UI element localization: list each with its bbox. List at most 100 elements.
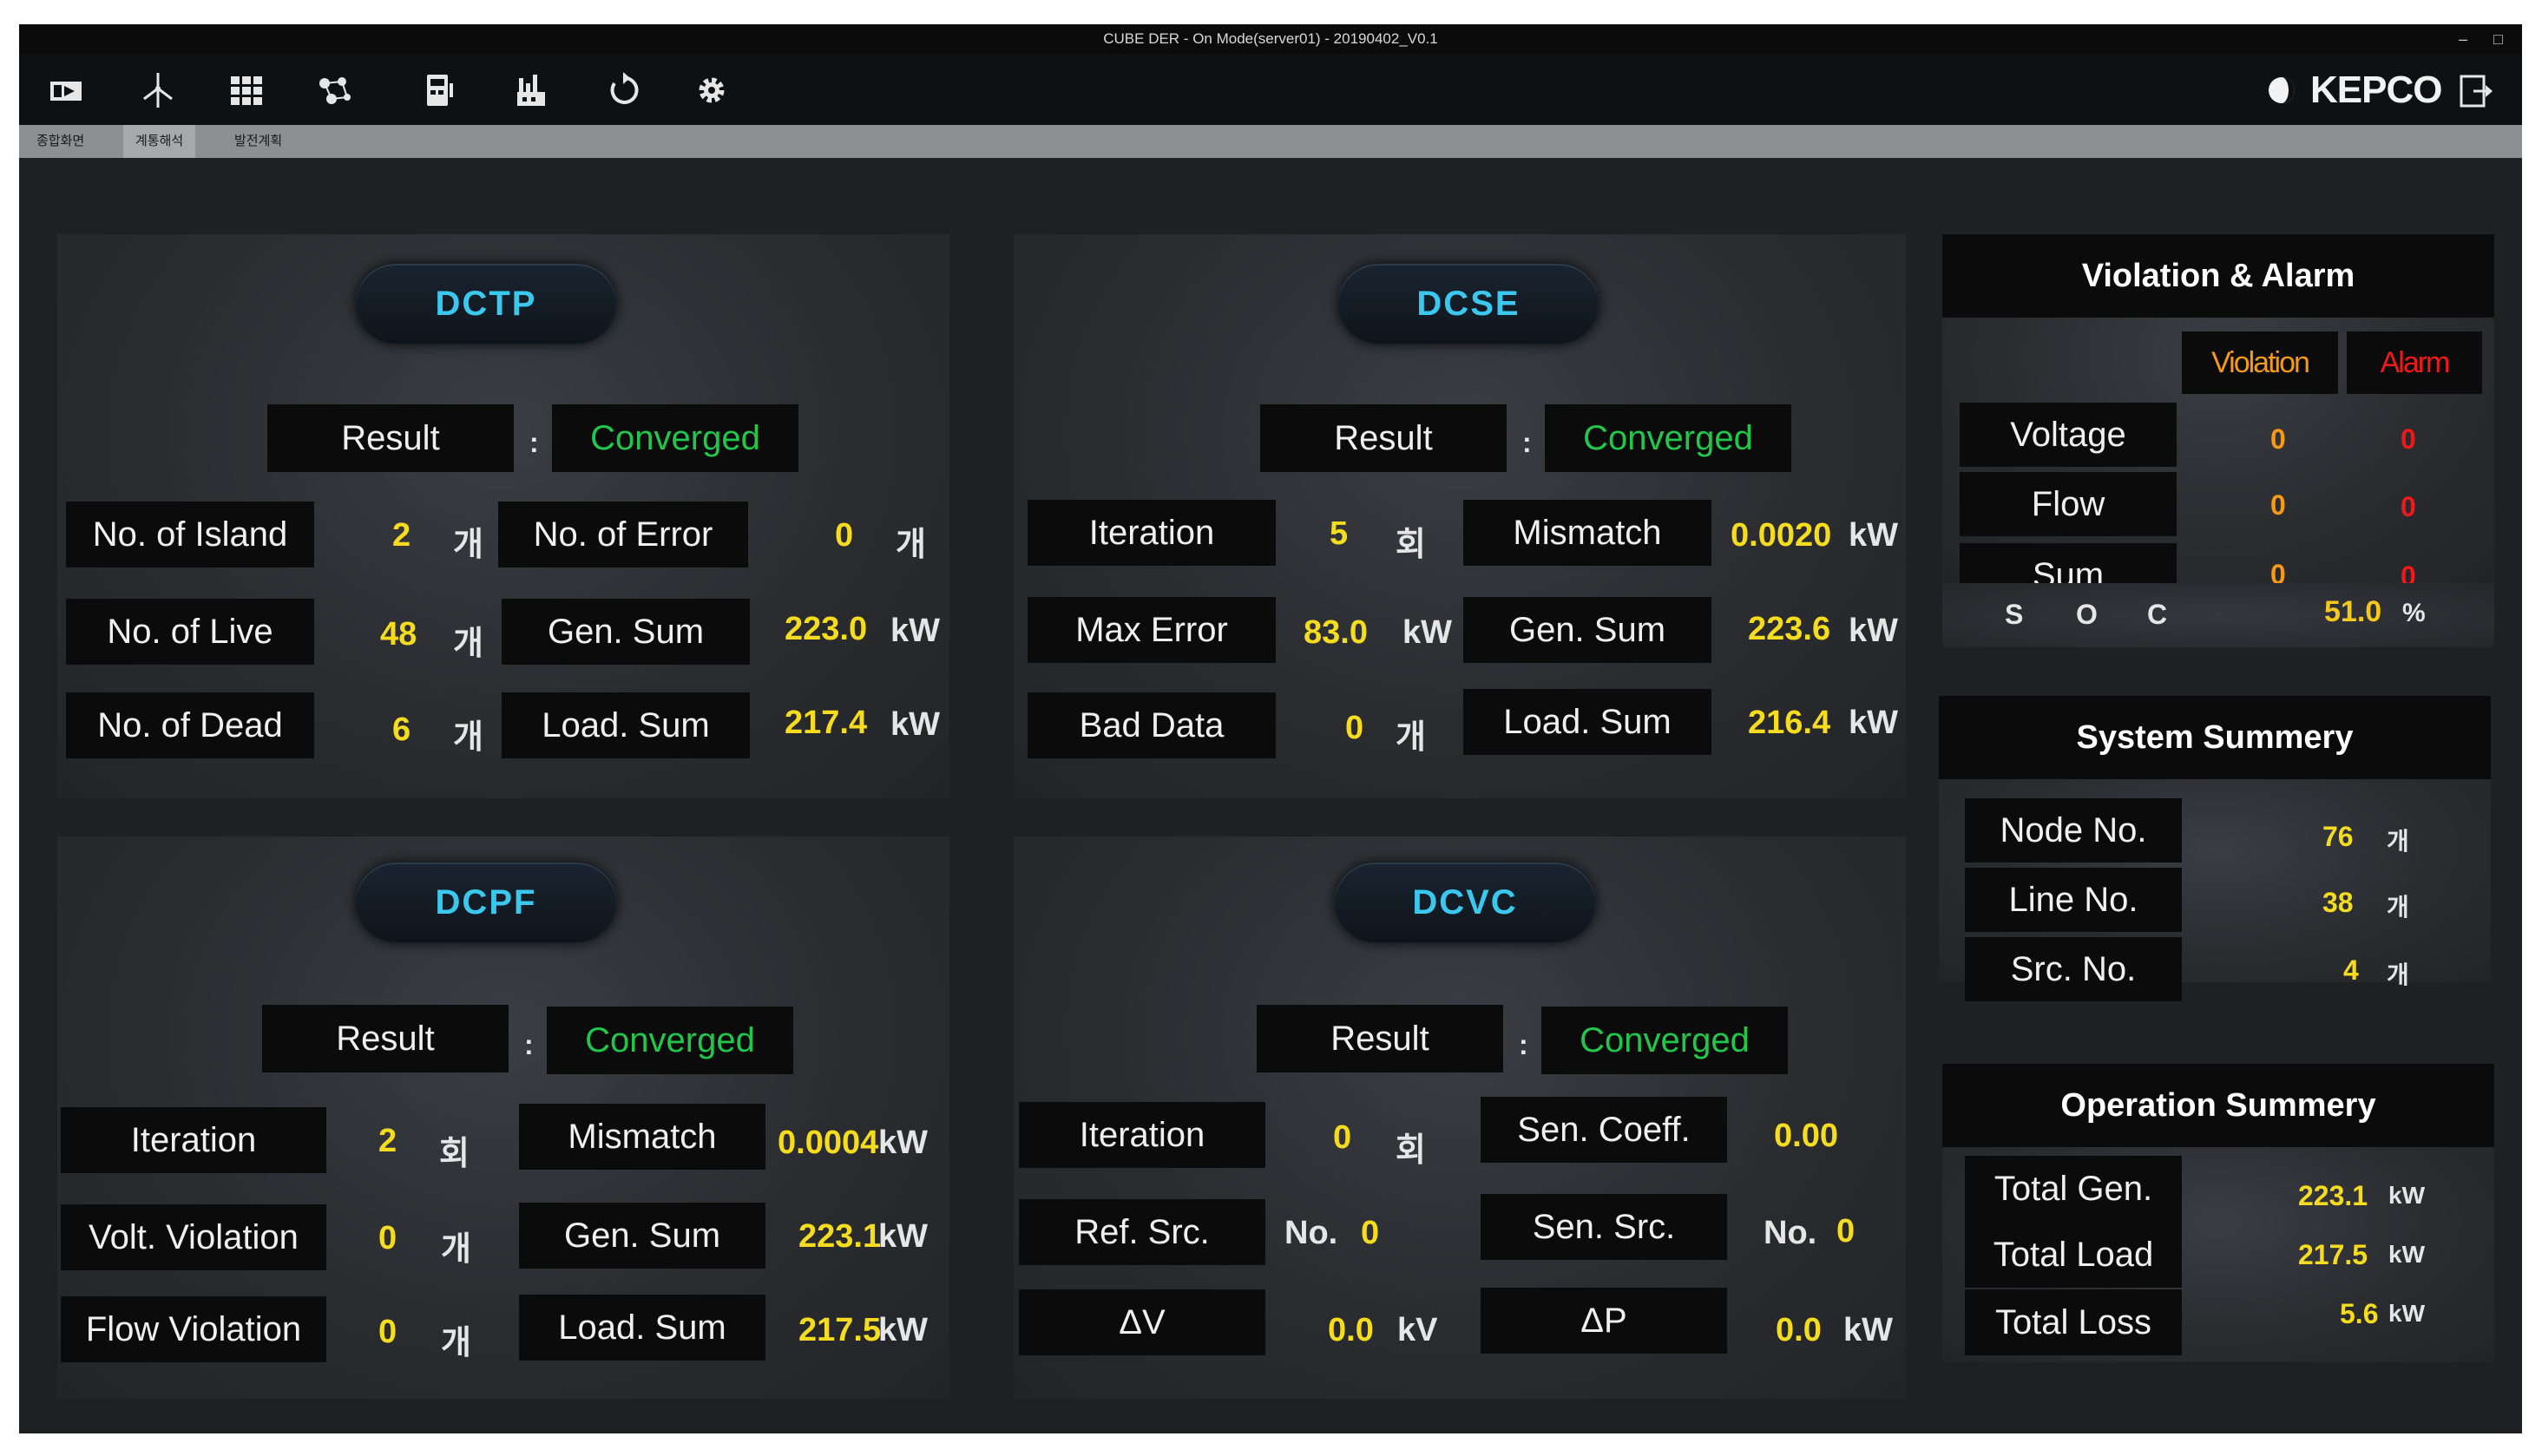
dctp-panel: DCTP Result : Converged No. of Island 2 … — [57, 234, 949, 798]
voltage-row-label: Voltage — [1960, 403, 2177, 467]
node-no-unit: 개 — [2387, 828, 2409, 855]
dcpf-iter-value: 2 — [378, 1123, 397, 1159]
dctp-load-label: Load. Sum — [502, 692, 750, 758]
violation-column-header: Violation — [2182, 331, 2338, 394]
dcpf-mismatch-unit: kW — [878, 1125, 928, 1161]
maximize-button[interactable]: □ — [2493, 24, 2503, 54]
total-gen-label: Total Gen. — [1965, 1156, 2182, 1222]
flow-row-label: Flow — [1960, 472, 2177, 536]
minimize-button[interactable]: – — [2459, 24, 2467, 54]
dcse-bad-unit: 개 — [1396, 719, 1426, 756]
dctp-gen-value: 223.0 — [785, 611, 868, 647]
dcpf-result-value: Converged — [547, 1007, 793, 1074]
dcvc-sen-label: Sen. Src. — [1481, 1194, 1727, 1260]
dcvc-result-label: Result — [1257, 1005, 1503, 1072]
line-no-label: Line No. — [1965, 868, 2182, 932]
dcse-bad-value: 0 — [1345, 710, 1364, 746]
flow-violation-value: 0 — [2270, 489, 2286, 521]
node-no-label: Node No. — [1965, 798, 2182, 862]
dctp-error-value: 0 — [835, 517, 854, 554]
main-content: DCTP Result : Converged No. of Island 2 … — [19, 158, 2522, 1433]
dcvc-ref-label: Ref. Src. — [1019, 1199, 1265, 1265]
operation-summary-title: Operation Summery — [1942, 1064, 2494, 1147]
dctp-result-label: Result — [267, 404, 514, 472]
dcse-iter-label: Iteration — [1028, 500, 1276, 566]
src-no-value: 4 — [2343, 954, 2359, 986]
dctp-title-badge: DCTP — [356, 264, 616, 344]
dcse-iter-value: 5 — [1330, 515, 1349, 552]
kepco-logo-icon — [2269, 77, 2295, 103]
kepco-logo: KEPCO — [2267, 69, 2442, 111]
voltage-alarm-value: 0 — [2401, 423, 2416, 455]
soc-row: S O C 51.0 % — [1942, 583, 2494, 647]
dcvc-dv-unit: kV — [1397, 1312, 1438, 1348]
dcse-mismatch-label: Mismatch — [1463, 500, 1711, 566]
dashboard-icon[interactable] — [45, 69, 87, 111]
dctp-live-unit: 개 — [453, 626, 483, 662]
line-no-unit: 개 — [2387, 894, 2409, 921]
brand-name: KEPCO — [2310, 69, 2442, 111]
dcpf-iter-label: Iteration — [61, 1107, 326, 1173]
soc-unit: % — [2402, 599, 2426, 627]
dcse-mismatch-value: 0.0020 — [1731, 517, 1832, 554]
title-bar: CUBE DER - On Mode(server01) - 20190402_… — [19, 24, 2522, 54]
dcpf-volt-label: Volt. Violation — [61, 1204, 326, 1270]
dcse-result-value: Converged — [1545, 404, 1791, 472]
dcpf-flow-label: Flow Violation — [61, 1296, 326, 1362]
total-loss-unit: kW — [2388, 1300, 2425, 1327]
dcvc-colon: : — [1519, 1029, 1528, 1060]
dctp-live-label: No. of Live — [66, 599, 314, 665]
gear-icon[interactable] — [691, 69, 732, 111]
system-summary-panel: Node No. 76 개 Line No. 38 개 Src. No. 4 개 — [1939, 779, 2491, 1001]
total-loss-value: 5.6 — [2340, 1298, 2379, 1329]
dcse-gen-unit: kW — [1849, 613, 1898, 649]
tab-system-analysis[interactable]: 계통해석 — [123, 125, 196, 158]
exit-icon[interactable] — [2458, 73, 2494, 109]
dcse-iter-unit: 회 — [1396, 527, 1426, 563]
dcvc-ref-value: 0 — [1361, 1215, 1380, 1251]
dcvc-sen-value: 0 — [1836, 1213, 1856, 1249]
dcpf-gen-label: Gen. Sum — [519, 1203, 765, 1269]
dcse-mismatch-unit: kW — [1849, 517, 1898, 554]
total-gen-unit: kW — [2388, 1182, 2425, 1209]
dcvc-ref-prefix: No. — [1284, 1215, 1338, 1251]
dcvc-coeff-value: 0.00 — [1774, 1118, 1838, 1154]
alarm-column-header: Alarm — [2347, 331, 2482, 394]
src-no-unit: 개 — [2387, 961, 2409, 988]
dctp-live-value: 48 — [380, 616, 417, 653]
src-no-label: Src. No. — [1965, 937, 2182, 1001]
dctp-load-unit: kW — [890, 706, 940, 743]
refresh-icon[interactable] — [602, 69, 644, 111]
dcpf-mismatch-value: 0.0004 — [778, 1125, 879, 1161]
dcvc-iter-value: 0 — [1333, 1119, 1352, 1156]
network-icon[interactable] — [314, 69, 356, 111]
line-no-value: 38 — [2322, 887, 2354, 918]
dctp-dead-label: No. of Dead — [66, 692, 314, 758]
tab-generation-plan[interactable]: 발전계획 — [222, 125, 294, 158]
dcvc-dp-unit: kW — [1843, 1312, 1893, 1348]
tab-overview[interactable]: 종합화면 — [24, 125, 96, 158]
dctp-island-value: 2 — [392, 517, 411, 554]
dcpf-load-value: 217.5 — [798, 1312, 882, 1348]
dcpf-mismatch-label: Mismatch — [519, 1104, 765, 1170]
grid-icon[interactable] — [226, 69, 267, 111]
dctp-dead-unit: 개 — [453, 719, 483, 756]
wind-turbine-icon[interactable] — [137, 69, 179, 111]
meter-icon[interactable] — [418, 69, 460, 111]
total-gen-value: 223.1 — [2298, 1180, 2368, 1211]
dcvc-dv-value: 0.0 — [1328, 1312, 1374, 1348]
node-no-value: 76 — [2322, 821, 2354, 852]
soc-letter-c: C — [2147, 599, 2168, 630]
dcvc-result-value: Converged — [1541, 1007, 1788, 1074]
factory-icon[interactable] — [510, 69, 552, 111]
toolbar: KEPCO — [19, 54, 2522, 125]
dcvc-panel: DCVC Result : Converged Iteration 0 회 Se… — [1014, 836, 1906, 1399]
dcpf-colon: : — [524, 1029, 534, 1060]
dcpf-flow-unit: 개 — [441, 1325, 471, 1361]
total-loss-label: Total Loss — [1965, 1289, 2182, 1355]
dctp-island-label: No. of Island — [66, 502, 314, 567]
dctp-result-value: Converged — [552, 404, 798, 472]
dcvc-iter-label: Iteration — [1019, 1102, 1265, 1168]
dcse-panel: DCSE Result : Converged Iteration 5 회 Mi… — [1014, 234, 1906, 798]
dcpf-volt-value: 0 — [378, 1220, 397, 1256]
